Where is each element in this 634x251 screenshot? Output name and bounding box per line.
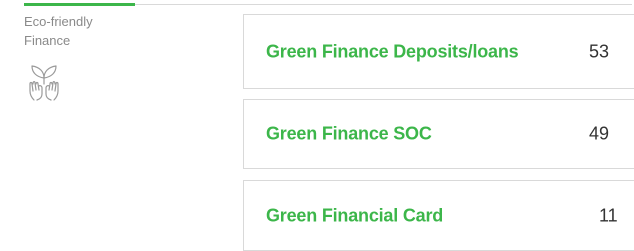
- list-item-green-finance-soc[interactable]: Green Finance SOC 49: [243, 99, 634, 169]
- hands-with-sprout-icon: [29, 65, 59, 101]
- category-label-line1: Eco-friendly: [24, 14, 93, 29]
- list-item-title: Green Finance Deposits/loans: [266, 41, 519, 61]
- category-panel: Eco-friendly Finance: [24, 12, 174, 102]
- category-label-line2: Finance: [24, 33, 71, 48]
- list-item-count: 11: [599, 205, 618, 225]
- page: Eco-friendly Finance Green Finance Depos…: [0, 0, 634, 251]
- list-item-count: 49: [589, 123, 610, 144]
- top-accent-bar: [24, 3, 135, 6]
- list-item-title: Green Financial Card: [266, 205, 444, 225]
- list-item-green-finance-deposits-loans[interactable]: Green Finance Deposits/loans 53: [243, 14, 634, 89]
- list-item-green-financial-card[interactable]: Green Financial Card 11: [243, 180, 634, 251]
- list-item-count: 53: [589, 41, 610, 61]
- list-item-title: Green Finance SOC: [266, 123, 432, 144]
